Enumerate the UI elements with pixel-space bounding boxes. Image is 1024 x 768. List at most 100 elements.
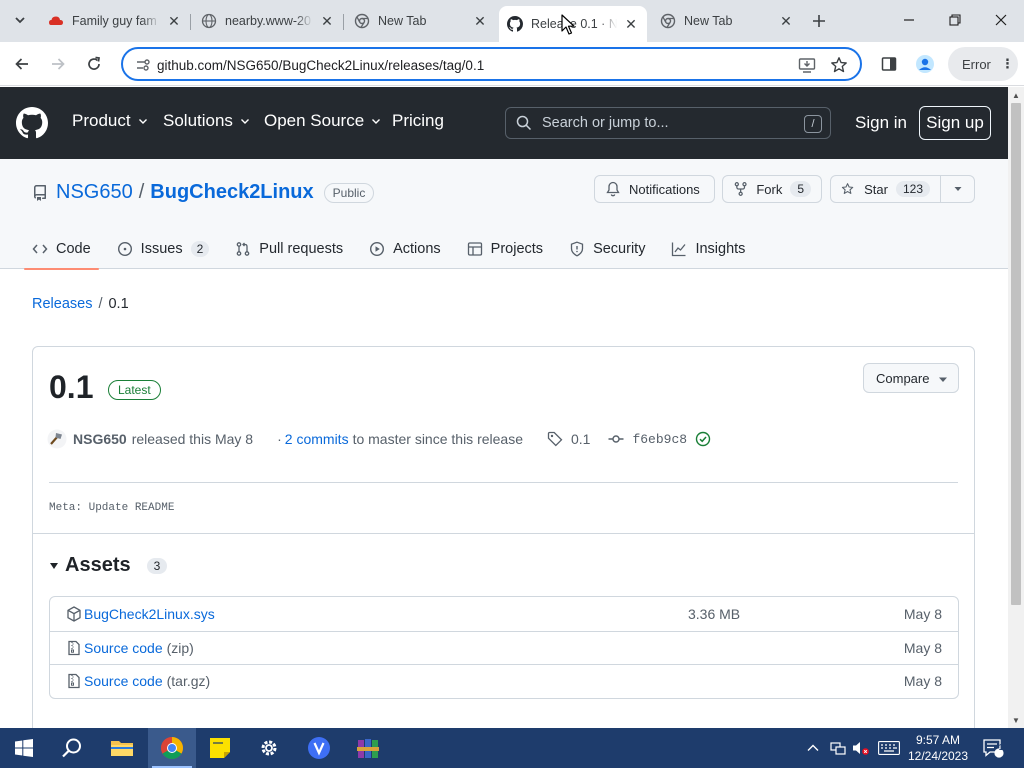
release-author-link[interactable]: NSG650 <box>73 431 127 447</box>
tab-label: Issues <box>140 241 183 257</box>
chevron-down-icon <box>15 17 25 24</box>
minimize-icon <box>904 19 914 21</box>
asset-date: May 8 <box>903 673 942 690</box>
release-version[interactable]: 0.1 <box>49 369 93 406</box>
browser-tab[interactable]: nearby.www-20 ✕ <box>193 6 343 36</box>
restore-button[interactable] <box>932 0 978 40</box>
fork-count: 5 <box>790 181 811 197</box>
site-info-icon[interactable] <box>135 57 151 73</box>
install-app-icon[interactable] <box>797 55 817 75</box>
action-center-button[interactable]: 1 <box>982 728 1004 768</box>
settings-taskbar-icon[interactable] <box>245 728 293 768</box>
asset-date: May 8 <box>903 639 942 656</box>
file-explorer-taskbar-icon[interactable] <box>98 728 146 768</box>
close-icon[interactable]: ✕ <box>472 13 488 29</box>
star-label: Star <box>864 181 888 197</box>
star-button[interactable]: Star 123 <box>830 175 941 203</box>
tab-issues[interactable]: Issues 2 <box>117 229 210 269</box>
caret-down-icon <box>954 187 961 191</box>
tab-projects[interactable]: Projects <box>467 229 543 269</box>
nav-solutions[interactable]: Solutions <box>163 111 250 131</box>
github-search-input[interactable]: Search or jump to... / <box>505 107 831 139</box>
notification-count: 1 <box>998 743 1004 752</box>
close-icon[interactable]: ✕ <box>623 16 639 32</box>
release-tag-link[interactable]: 0.1 <box>547 431 590 447</box>
windows-taskbar: 9:57 AM 12/24/2023 1 <box>0 728 1024 768</box>
tab-security[interactable]: Security <box>569 229 645 269</box>
url-input[interactable] <box>157 55 757 75</box>
tab-code[interactable]: Code <box>24 229 99 270</box>
volume-muted-icon[interactable] <box>852 740 870 756</box>
file-zip-icon <box>68 640 80 655</box>
tab-label: Security <box>593 241 646 257</box>
table-icon <box>467 242 482 256</box>
side-panel-button[interactable] <box>875 50 903 78</box>
breadcrumb-separator: / <box>98 296 103 312</box>
author-avatar[interactable] <box>47 429 67 449</box>
scroll-up-arrow-icon[interactable]: ▲ <box>1008 87 1024 103</box>
tab-search-button[interactable] <box>6 6 34 34</box>
sign-up-button[interactable]: Sign up <box>919 106 991 140</box>
scroll-down-arrow-icon[interactable]: ▼ <box>1008 712 1024 728</box>
tab-actions[interactable]: Actions <box>369 229 441 269</box>
sign-in-link[interactable]: Sign in <box>855 113 907 133</box>
compare-button[interactable]: Compare <box>863 363 959 393</box>
reload-icon <box>88 56 100 70</box>
forward-button[interactable] <box>44 50 72 78</box>
close-icon[interactable]: ✕ <box>319 13 335 29</box>
tab-pull-requests[interactable]: Pull requests <box>235 229 343 269</box>
notifications-button[interactable]: Notifications <box>594 175 715 203</box>
plus-icon <box>813 15 825 27</box>
nav-label: Pricing <box>392 111 444 130</box>
github-logo-icon[interactable] <box>16 107 48 139</box>
git-commit-icon <box>608 435 624 443</box>
chevron-up-icon[interactable] <box>806 741 820 755</box>
browser-tab[interactable]: Family guy fam ✕ <box>40 6 190 36</box>
start-button[interactable] <box>0 728 48 768</box>
reload-button[interactable] <box>80 50 108 78</box>
taskbar-search-button[interactable] <box>48 728 96 768</box>
network-icon[interactable] <box>830 740 846 756</box>
assets-toggle[interactable]: Assets 3 <box>49 554 168 577</box>
close-icon[interactable]: ✕ <box>778 13 794 29</box>
compare-label: Compare <box>876 370 930 386</box>
minimize-button[interactable] <box>886 0 932 40</box>
commit-link[interactable]: f6eb9c8 <box>608 431 711 447</box>
asset-link[interactable]: Source code <box>84 673 163 689</box>
breadcrumb-releases-link[interactable]: Releases <box>32 296 92 312</box>
close-icon[interactable]: ✕ <box>166 13 182 29</box>
address-bar[interactable] <box>121 47 862 81</box>
star-lists-dropdown[interactable] <box>940 175 975 203</box>
shield-icon <box>570 241 584 257</box>
asset-link[interactable]: BugCheck2Linux.sys <box>84 606 215 622</box>
close-window-button[interactable] <box>978 0 1024 40</box>
tab-title: New Tab <box>684 14 733 28</box>
profile-error-button[interactable]: Error ⋮ <box>948 47 1018 81</box>
browser-tab[interactable]: New Tab ✕ <box>652 6 802 36</box>
keyboard-icon[interactable] <box>878 741 900 755</box>
sticky-notes-taskbar-icon[interactable] <box>196 728 244 768</box>
sticky-notes-icon <box>210 738 230 758</box>
restore-icon <box>949 14 961 26</box>
chrome-taskbar-icon[interactable] <box>148 728 196 768</box>
new-tab-button[interactable] <box>806 8 832 34</box>
nav-product[interactable]: Product <box>72 111 148 131</box>
archive-books-icon <box>357 739 379 758</box>
fork-button[interactable]: Fork 5 <box>722 175 822 203</box>
back-button[interactable] <box>8 50 36 78</box>
nav-open-source[interactable]: Open Source <box>264 111 381 131</box>
scrollbar-thumb[interactable] <box>1011 103 1021 605</box>
bookmark-star-icon[interactable] <box>829 55 849 75</box>
tab-insights[interactable]: Insights <box>671 229 745 269</box>
repo-owner-link[interactable]: NSG650 <box>56 181 133 204</box>
asset-link[interactable]: Source code <box>84 640 163 656</box>
asset-suffix: (tar.gz) <box>166 673 211 690</box>
commits-link[interactable]: 2 commits <box>285 431 349 447</box>
vpn-taskbar-icon[interactable] <box>295 728 343 768</box>
taskbar-clock[interactable]: 9:57 AM 12/24/2023 <box>900 732 976 764</box>
profile-button[interactable] <box>911 50 939 78</box>
nav-pricing[interactable]: Pricing <box>392 111 444 131</box>
winrar-taskbar-icon[interactable] <box>344 728 392 768</box>
repo-name-link[interactable]: BugCheck2Linux <box>150 181 313 204</box>
browser-tab[interactable]: New Tab ✕ <box>346 6 496 36</box>
